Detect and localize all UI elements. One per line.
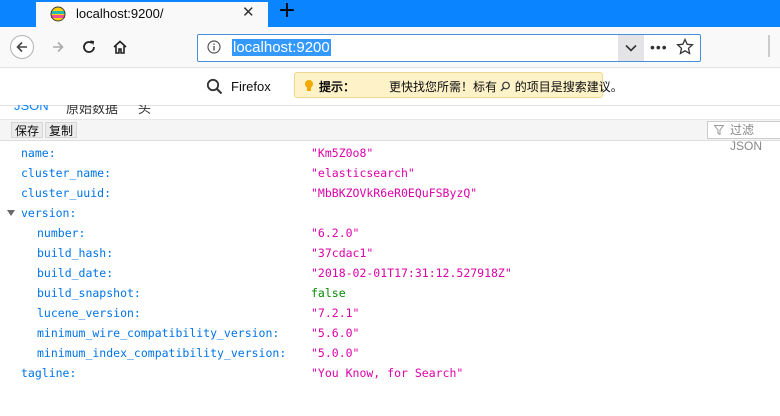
json-row[interactable]: lucene_version: "7.2.1": [0, 303, 780, 323]
tab-close-icon[interactable]: ✕: [242, 5, 255, 21]
search-hint-box: 提示： 更快找您所需！标有 的项目是搜索建议。: [294, 72, 623, 98]
json-value: "37cdac1": [311, 246, 374, 260]
url-bar[interactable]: localhost:9200 •••: [197, 34, 701, 62]
copy-button[interactable]: 复制: [45, 122, 78, 138]
json-value: "7.2.1": [311, 306, 360, 320]
home-button[interactable]: [108, 35, 132, 59]
json-row[interactable]: build_snapshot: false: [0, 283, 780, 303]
expand-toggle-icon[interactable]: [7, 210, 15, 216]
json-key: minimum_wire_compatibility_version:: [37, 326, 280, 340]
json-value: "5.6.0": [311, 326, 360, 340]
bookmark-star-icon[interactable]: [676, 38, 694, 56]
filter-json-input[interactable]: 过滤 JSON: [707, 121, 780, 153]
json-row[interactable]: tagline: "You Know, for Search": [0, 363, 780, 383]
json-tree: name: "Km5Z0o8" cluster_name: "elasticsearc…: [0, 142, 780, 416]
save-button[interactable]: 保存: [11, 122, 44, 138]
new-tab-button[interactable]: +: [276, 0, 298, 23]
json-row[interactable]: minimum_wire_compatibility_version: "5.6.…: [0, 323, 780, 343]
json-value: "5.0.0": [311, 346, 360, 360]
url-history-dropdown[interactable]: [618, 35, 644, 61]
magnifier-icon: [500, 81, 511, 92]
json-row[interactable]: version:: [0, 203, 780, 223]
json-viewer-toolbar: 保存 复制 过滤 JSON: [0, 119, 780, 153]
tab-json[interactable]: JSON: [14, 105, 49, 113]
home-icon: [113, 40, 127, 54]
reload-button[interactable]: [77, 35, 101, 59]
json-key: build_hash:: [37, 246, 114, 260]
page-actions-menu-icon[interactable]: •••: [650, 39, 668, 55]
json-key: build_date:: [37, 266, 114, 280]
json-value: "MbBKZOVkR6eR0EQuFSByzQ": [311, 186, 478, 200]
back-button[interactable]: [10, 35, 34, 59]
hint-text-after: 的项目是搜索建议。: [514, 80, 623, 94]
hint-message: 更快找您所需！标有 的项目是搜索建议。: [389, 78, 623, 95]
chevron-down-icon: [625, 44, 637, 52]
url-text[interactable]: localhost:9200: [232, 39, 331, 56]
tab-headers[interactable]: 头: [138, 105, 151, 117]
json-value: "elasticsearch": [311, 166, 415, 180]
tab-title: localhost:9200/: [76, 6, 164, 21]
json-key: name:: [21, 146, 56, 160]
json-key: cluster_name:: [21, 166, 112, 180]
json-key: version:: [21, 206, 77, 220]
search-suggestion-panel: Firefox 提示： 更快找您所需！标有 的项目是搜索建议。: [0, 68, 780, 106]
tab-strip: localhost:9200/ ✕ +: [0, 0, 780, 27]
hint-title: 提示：: [319, 80, 356, 94]
json-key: number:: [37, 226, 86, 240]
search-engine-label[interactable]: Firefox: [231, 79, 271, 94]
json-key: cluster_uuid:: [21, 186, 112, 200]
json-value: false: [311, 286, 346, 300]
json-key: tagline:: [21, 366, 77, 380]
lightbulb-icon: [305, 80, 313, 91]
json-row[interactable]: cluster_uuid: "MbBKZOVkR6eR0EQuFSByzQ": [0, 183, 780, 203]
json-viewer-tabs: JSON 原始数据 头: [0, 105, 780, 119]
json-row[interactable]: cluster_name: "elasticsearch": [0, 163, 780, 183]
forward-arrow-icon: [53, 41, 64, 53]
json-value: "You Know, for Search": [311, 366, 464, 380]
json-key: lucene_version:: [37, 306, 141, 320]
tab-raw-data[interactable]: 原始数据: [66, 105, 118, 117]
forward-button[interactable]: [46, 35, 70, 59]
json-row[interactable]: build_date: "2018-02-01T17:31:12.527918Z": [0, 263, 780, 283]
json-row[interactable]: build_hash: "37cdac1": [0, 243, 780, 263]
json-row[interactable]: minimum_index_compatibility_version: "5.0…: [0, 343, 780, 363]
browser-tab[interactable]: localhost:9200/ ✕: [36, 0, 268, 27]
json-key: build_snapshot:: [37, 286, 141, 300]
json-row[interactable]: number: "6.2.0": [0, 223, 780, 243]
toolbar-overflow-edge: [768, 35, 770, 57]
json-value: "2018-02-01T17:31:12.527918Z": [311, 266, 512, 280]
reload-icon: [83, 40, 95, 53]
hint-text-before: 更快找您所需！标有: [389, 80, 498, 94]
navigation-toolbar: localhost:9200 •••: [0, 27, 780, 68]
back-arrow-icon: [16, 41, 27, 53]
json-key: minimum_index_compatibility_version:: [37, 346, 287, 360]
json-row[interactable]: name: "Km5Z0o8": [0, 143, 780, 163]
json-value: "Km5Z0o8": [311, 146, 374, 160]
search-icon: [206, 78, 223, 95]
page-info-icon[interactable]: [207, 40, 221, 54]
json-value: "6.2.0": [311, 226, 360, 240]
elasticsearch-favicon-icon: [50, 6, 66, 22]
filter-icon: [714, 125, 724, 135]
